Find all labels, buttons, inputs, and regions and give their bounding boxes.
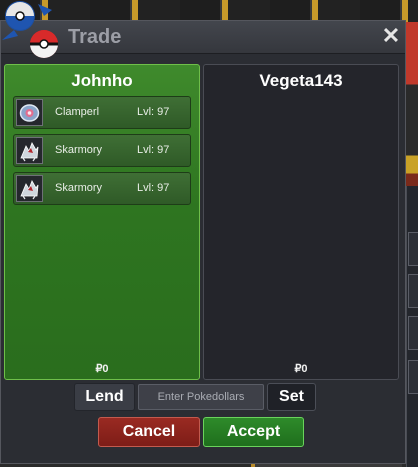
- my-player-name: Johnho: [71, 71, 133, 90]
- clamperl-icon: [16, 99, 43, 126]
- pokemon-name: Skarmory: [55, 144, 103, 156]
- partner-player-name: Vegeta143: [259, 71, 343, 90]
- partner-money-amount: ₽0: [294, 363, 308, 375]
- set-money-button[interactable]: Set: [267, 383, 316, 411]
- side-panel-cell: [408, 274, 418, 308]
- trade-window: Trade ✕ Johnho Clamperl Lvl: 97 Skarmory…: [0, 20, 406, 464]
- pokemon-slot[interactable]: Skarmory Lvl: 97: [13, 172, 191, 205]
- pokemon-level: Lvl: 97: [137, 144, 170, 156]
- pokemon-name: Skarmory: [55, 182, 103, 194]
- skarmory-icon: [16, 137, 43, 164]
- window-title: Trade: [68, 26, 122, 48]
- pokeball-logo-icon: [2, 1, 58, 58]
- cancel-button[interactable]: Cancel: [98, 417, 200, 447]
- pokemon-level: Lvl: 97: [137, 182, 170, 194]
- pokemon-slot[interactable]: Skarmory Lvl: 97: [13, 134, 191, 167]
- side-panel-cell: [408, 360, 418, 394]
- my-pokemon-list: Clamperl Lvl: 97 Skarmory Lvl: 97 Skarmo…: [13, 96, 191, 210]
- pokemon-name: Clamperl: [55, 106, 100, 118]
- pokedollars-input[interactable]: [138, 384, 264, 410]
- partner-offer-panel: Vegeta143 ₽0: [203, 64, 399, 380]
- my-offer-panel: Johnho Clamperl Lvl: 97 Skarmory Lvl: 97…: [4, 64, 200, 380]
- skarmory-icon: [16, 175, 43, 202]
- pokemon-level: Lvl: 97: [137, 106, 170, 118]
- side-panel-cell: [408, 316, 418, 350]
- close-button[interactable]: ✕: [381, 25, 401, 47]
- accept-button[interactable]: Accept: [203, 417, 304, 447]
- pokemon-slot[interactable]: Clamperl Lvl: 97: [13, 96, 191, 129]
- side-panel-cell: [408, 232, 418, 266]
- my-money-amount: ₽0: [95, 363, 109, 375]
- lend-button[interactable]: Lend: [74, 383, 135, 411]
